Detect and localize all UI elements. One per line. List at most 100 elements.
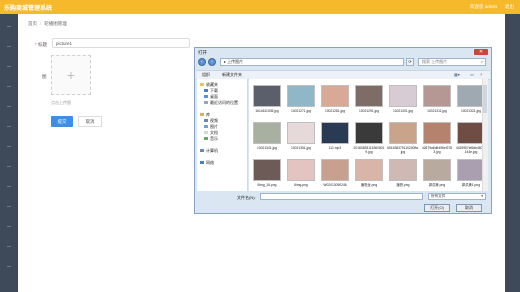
file-thumbnail	[253, 85, 281, 107]
file-tile[interactable]: 1614611005.jpg	[251, 85, 283, 121]
nav-network[interactable]: 网络	[200, 160, 214, 166]
brand-title: 乐购商城管理系统	[4, 6, 53, 12]
view-options-icon[interactable]: ▦▾	[454, 72, 460, 77]
picture-icon	[204, 125, 208, 129]
recent-places-icon	[204, 101, 208, 105]
file-thumbnail	[321, 159, 349, 181]
file-grid-scrollbar[interactable]	[482, 79, 488, 191]
sidebar-item-3[interactable]	[7, 66, 11, 67]
file-tile[interactable]: 10021281.jpg	[319, 85, 351, 121]
dialog-close-button[interactable]: ✕	[474, 49, 488, 55]
file-thumbnail	[389, 85, 417, 107]
sidebar-item-5[interactable]	[7, 106, 11, 107]
new-folder-button[interactable]: 新建文件夹	[222, 72, 242, 78]
file-thumbnail	[355, 159, 383, 181]
file-name: 廉恐.png	[396, 183, 410, 187]
file-tile[interactable]: 10021341.jpg	[251, 122, 283, 158]
open-button[interactable]: 打开(O)	[424, 204, 450, 212]
nav-music[interactable]: 音乐	[204, 136, 218, 142]
sidebar-item-2[interactable]	[7, 46, 11, 47]
sidebar-item-10[interactable]	[7, 206, 11, 207]
file-tile[interactable]: 郭洪美.png	[421, 159, 453, 195]
refresh-icon[interactable]: ⟳	[406, 58, 414, 66]
nav-computer[interactable]: 计算机	[200, 148, 218, 154]
back-arrow-icon[interactable]: ‹	[198, 58, 206, 66]
search-input[interactable]: 搜索 上传图片 ⌕	[418, 58, 486, 66]
sidebar-item-1[interactable]	[7, 26, 11, 27]
file-tile[interactable]: 10021271.jpg	[285, 85, 317, 121]
file-name: 10021341.jpg	[257, 146, 277, 150]
file-thumbnail	[389, 122, 417, 144]
file-thumbnail	[389, 159, 417, 181]
filename-input[interactable]	[260, 193, 423, 200]
dialog-cancel-button[interactable]: 取消	[456, 204, 482, 212]
scrollbar-thumb[interactable]	[483, 85, 487, 113]
library-icon	[200, 113, 204, 117]
file-thumbnail	[287, 85, 315, 107]
file-name: 42679a8d6495ef2783.jpg	[421, 146, 453, 154]
file-name: 10021291.jpg	[359, 109, 379, 113]
file-tile[interactable]: 10021291.jpg	[353, 85, 385, 121]
file-thumbnail	[321, 85, 349, 107]
file-tile[interactable]: W02013090246	[319, 159, 351, 195]
breadcrumb: 首页 / 轮播图管理	[28, 21, 67, 27]
file-thumbnail	[355, 85, 383, 107]
header-user-area: 欢迎您 admin 退出	[470, 4, 514, 10]
image-upload-box[interactable]: +	[51, 55, 91, 95]
file-tile[interactable]: 廉恐龙.png	[353, 159, 385, 195]
file-name: 10021281.jpg	[325, 109, 345, 113]
file-name: 10021351.jpg	[291, 146, 311, 150]
file-tile[interactable]: 10021351.jpg	[285, 122, 317, 158]
file-thumbnail	[423, 85, 451, 107]
sidebar-item-6[interactable]	[7, 126, 11, 127]
file-tile[interactable]: 6img_16.png	[251, 159, 283, 195]
file-name: 廉恐龙.png	[360, 183, 378, 187]
submit-button[interactable]: 提交	[51, 116, 73, 127]
address-bar[interactable]: ▸ 上传图片	[220, 58, 404, 66]
right-edge-panel	[505, 14, 520, 292]
logout-link[interactable]: 退出	[505, 4, 514, 10]
file-tile[interactable]: 10021311.jpg	[421, 85, 453, 121]
file-tile[interactable]: 10021301.jpg	[387, 85, 419, 121]
help-icon[interactable]: ?	[480, 72, 482, 77]
preview-pane-icon[interactable]: ▭	[470, 72, 474, 77]
file-thumbnail	[287, 159, 315, 181]
top-header: 乐购商城管理系统 欢迎您 admin 退出	[0, 0, 520, 14]
breadcrumb-home[interactable]: 首页	[28, 21, 37, 27]
cancel-button[interactable]: 取消	[78, 116, 102, 127]
sidebar-item-11[interactable]	[7, 226, 11, 227]
file-tile[interactable]: 6img.png	[285, 159, 317, 195]
file-tile[interactable]: 201808281153608019.jpg	[353, 122, 385, 158]
file-thumbnail	[457, 122, 485, 144]
file-name: 651638379110240ffa.jpg	[387, 146, 419, 154]
navigation-pane: 收藏夹 下载 桌面 最近访问的位置 库 视频 图片 文档 音乐 计算机 网络	[197, 79, 248, 191]
file-name: 1614611005.jpg	[255, 109, 279, 113]
upload-hint: 点击上传图	[51, 100, 71, 105]
file-thumbnail	[253, 159, 281, 181]
file-name: 10021301.jpg	[393, 109, 413, 113]
file-tile[interactable]: 42679a8d6495ef2783.jpg	[421, 122, 453, 158]
sidebar-item-12[interactable]	[7, 246, 11, 247]
nav-recent[interactable]: 最近访问的位置	[204, 100, 238, 106]
breadcrumb-current: 轮播图管理	[44, 21, 67, 26]
sidebar-item-4[interactable]	[7, 86, 11, 87]
title-input[interactable]: picture1	[52, 38, 190, 48]
filetype-select[interactable]: 所有文件 ▾	[428, 193, 486, 200]
music-icon	[204, 137, 208, 141]
sidebar-item-13[interactable]	[7, 266, 11, 267]
organize-menu[interactable]: 组织	[202, 72, 210, 78]
file-tile[interactable]: 651638379110240ffa.jpg	[387, 122, 419, 158]
file-tile[interactable]: 111.mp3	[319, 122, 351, 158]
user-greeting: 欢迎您 admin	[469, 4, 497, 9]
forward-arrow-icon[interactable]: ›	[208, 58, 216, 66]
sidebar-item-8[interactable]	[7, 166, 11, 167]
file-thumbnail	[321, 122, 349, 144]
filename-row: 文件名(N): 所有文件 ▾	[197, 193, 489, 201]
file-thumbnail	[457, 85, 485, 107]
title-field-label: * 标题	[35, 42, 48, 47]
file-tile[interactable]: 廉恐.png	[387, 159, 419, 195]
sidebar-item-7[interactable]	[7, 146, 11, 147]
left-sidebar	[0, 14, 18, 292]
file-name: 6img_16.png	[257, 183, 277, 187]
sidebar-item-9[interactable]	[7, 186, 11, 187]
